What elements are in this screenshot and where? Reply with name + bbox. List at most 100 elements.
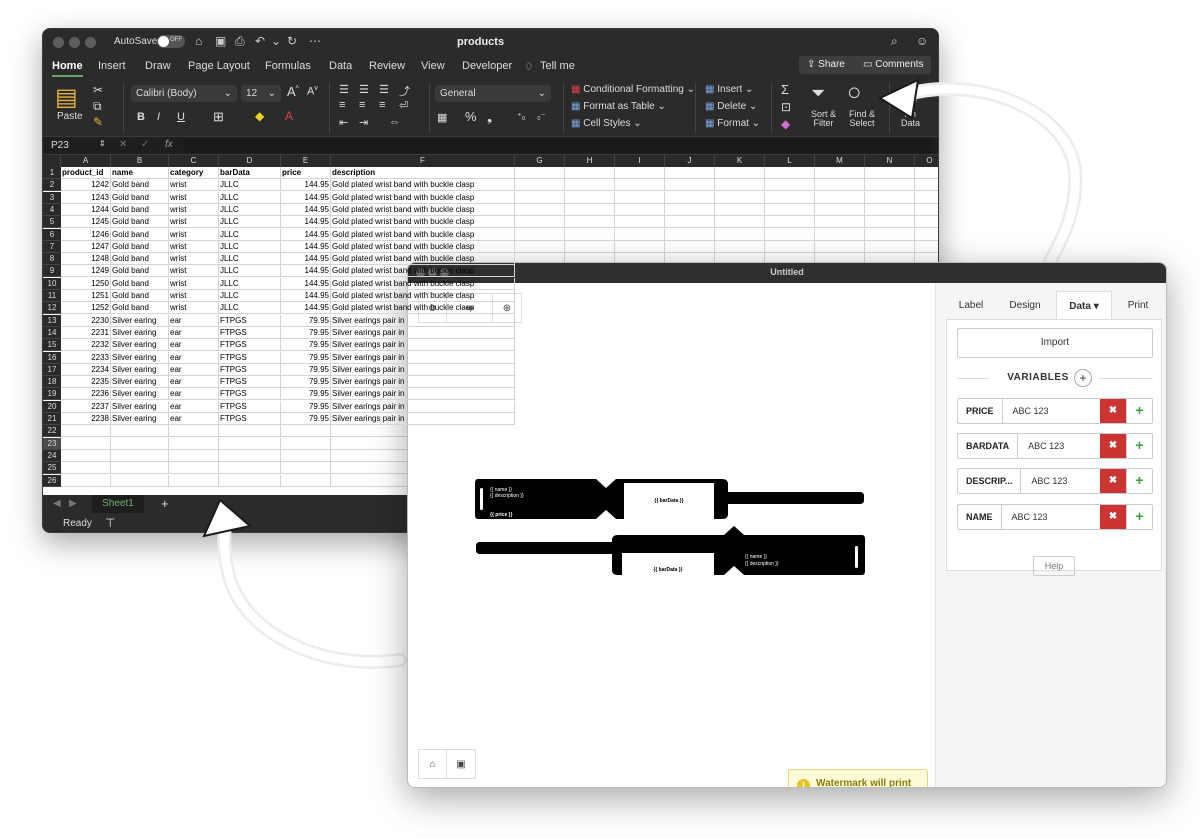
table-cell[interactable]: FTPGS (219, 351, 281, 364)
tab-data[interactable]: Data ▾ (1056, 291, 1112, 321)
table-cell[interactable]: 79.95 (281, 339, 331, 352)
tab-developer[interactable]: Developer (462, 60, 512, 72)
clipboard-icon[interactable]: ▤ (55, 83, 78, 112)
table-cell[interactable]: ear (169, 351, 219, 364)
row-number[interactable]: 6 (43, 228, 61, 241)
column-header[interactable]: A (61, 155, 111, 167)
table-cell[interactable]: 79.95 (281, 376, 331, 389)
table-cell[interactable] (665, 228, 715, 241)
wrap-text-icon[interactable]: ⏎ (399, 99, 408, 112)
variable-value-input[interactable]: ABC 123 (1018, 434, 1100, 458)
row-number[interactable]: 26 (43, 474, 61, 487)
row-number[interactable]: 18 (43, 376, 61, 389)
table-cell[interactable]: wrist (169, 179, 219, 192)
table-cell[interactable]: ear (169, 326, 219, 339)
increase-indent-icon[interactable]: ⇥ (359, 116, 368, 129)
band-description-field[interactable]: {{ description }} (490, 493, 524, 499)
table-cell[interactable]: Silver earings pair in (331, 339, 515, 352)
format-cells-button[interactable]: ▦ Format ⌄ (705, 118, 760, 129)
table-cell[interactable]: 79.95 (281, 363, 331, 376)
row-number[interactable]: 17 (43, 363, 61, 376)
table-cell[interactable]: 79.95 (281, 351, 331, 364)
variable-value-input[interactable]: ABC 123 (1021, 469, 1100, 493)
table-cell[interactable]: ear (169, 314, 219, 327)
add-sheet-icon[interactable]: + (161, 496, 169, 511)
table-cell[interactable] (765, 203, 815, 216)
align-middle-icon[interactable]: ☰ (359, 83, 369, 96)
tab-tell-me[interactable]: Tell me (540, 60, 575, 72)
tab-view[interactable]: View (421, 60, 445, 72)
delete-variable-button[interactable]: ✖ (1100, 469, 1126, 493)
table-cell[interactable]: 1247 (61, 240, 111, 253)
table-cell[interactable]: Gold band (111, 302, 169, 315)
table-cell[interactable] (665, 179, 715, 192)
more-icon[interactable]: ⋯ (309, 34, 321, 48)
table-cell[interactable]: Gold band (111, 277, 169, 290)
table-cell[interactable]: JLLC (219, 253, 281, 266)
table-cell[interactable] (565, 240, 615, 253)
table-cell[interactable]: 2232 (61, 339, 111, 352)
table-cell[interactable] (565, 191, 615, 204)
table-cell[interactable]: Gold plated wrist band with buckle clasp (331, 179, 515, 192)
table-cell[interactable] (281, 462, 331, 475)
table-cell[interactable] (815, 240, 865, 253)
decrease-font-icon[interactable]: Av (307, 85, 318, 98)
table-cell[interactable]: 144.95 (281, 265, 331, 278)
table-cell[interactable]: JLLC (219, 290, 281, 302)
fill-icon[interactable]: ⊡ (781, 100, 791, 114)
formula-input[interactable] (183, 139, 933, 153)
column-header[interactable]: B (111, 155, 169, 167)
table-cell[interactable]: Gold plated wrist band with buckle clasp (331, 191, 515, 204)
table-cell[interactable]: Gold plated wrist band with buckle clasp (331, 253, 515, 266)
table-cell[interactable]: wrist (169, 216, 219, 229)
table-cell[interactable]: Gold plated wrist band with buckle clasp (331, 265, 515, 278)
table-cell[interactable] (615, 216, 665, 229)
table-cell[interactable]: Gold band (111, 253, 169, 266)
table-cell[interactable] (111, 462, 169, 475)
table-cell[interactable]: Gold band (111, 265, 169, 278)
table-cell[interactable]: 2233 (61, 351, 111, 364)
table-cell[interactable]: 144.95 (281, 302, 331, 315)
save-icon[interactable]: ▣ (447, 750, 475, 778)
table-cell[interactable]: Gold plated wrist band with buckle clasp (331, 228, 515, 241)
table-cell[interactable]: Silver earings pair in (331, 376, 515, 389)
italic-button[interactable]: I (157, 111, 160, 123)
table-cell[interactable] (219, 449, 281, 462)
name-box[interactable]: P23 (51, 140, 69, 151)
merge-center-icon[interactable]: ⇔ (389, 116, 400, 128)
table-cell[interactable] (765, 191, 815, 204)
align-bottom-icon[interactable]: ☰ (379, 83, 389, 96)
tab-label[interactable]: Label (946, 291, 996, 321)
table-cell[interactable]: 144.95 (281, 216, 331, 229)
column-header[interactable]: D (219, 155, 281, 167)
table-cell[interactable]: Gold band (111, 240, 169, 253)
table-cell[interactable]: JLLC (219, 191, 281, 204)
font-size-select[interactable]: 12 ⌄ (241, 85, 281, 102)
column-header[interactable]: K (715, 155, 765, 167)
table-cell[interactable]: 79.95 (281, 314, 331, 327)
table-cell[interactable] (61, 474, 111, 487)
table-cell[interactable]: wrist (169, 277, 219, 290)
undo-icon[interactable]: ↶ (255, 34, 265, 48)
table-cell[interactable]: JLLC (219, 265, 281, 278)
table-cell[interactable]: Silver earing (111, 314, 169, 327)
table-cell[interactable]: Silver earing (111, 363, 169, 376)
row-number[interactable]: 23 (43, 437, 61, 450)
table-cell[interactable] (665, 203, 715, 216)
copy-icon[interactable]: ⧉ (93, 99, 102, 114)
table-cell[interactable] (765, 240, 815, 253)
table-cell[interactable]: 144.95 (281, 290, 331, 302)
align-center-icon[interactable]: ≡ (359, 99, 365, 111)
table-cell[interactable]: JLLC (219, 179, 281, 192)
table-cell[interactable] (565, 179, 615, 192)
minimize-window-button[interactable] (69, 37, 80, 48)
table-cell[interactable]: ear (169, 339, 219, 352)
table-cell[interactable]: 2238 (61, 413, 111, 425)
table-cell[interactable]: Silver earings pair in (331, 413, 515, 425)
table-cell[interactable]: Silver earings pair in (331, 400, 515, 413)
row-number[interactable]: 2 (43, 179, 61, 192)
table-cell[interactable]: FTPGS (219, 326, 281, 339)
table-cell[interactable]: Gold plated wrist band with buckle clasp (331, 216, 515, 229)
macro-record-icon[interactable]: ⊤ (105, 516, 115, 530)
table-cell[interactable]: 1246 (61, 228, 111, 241)
